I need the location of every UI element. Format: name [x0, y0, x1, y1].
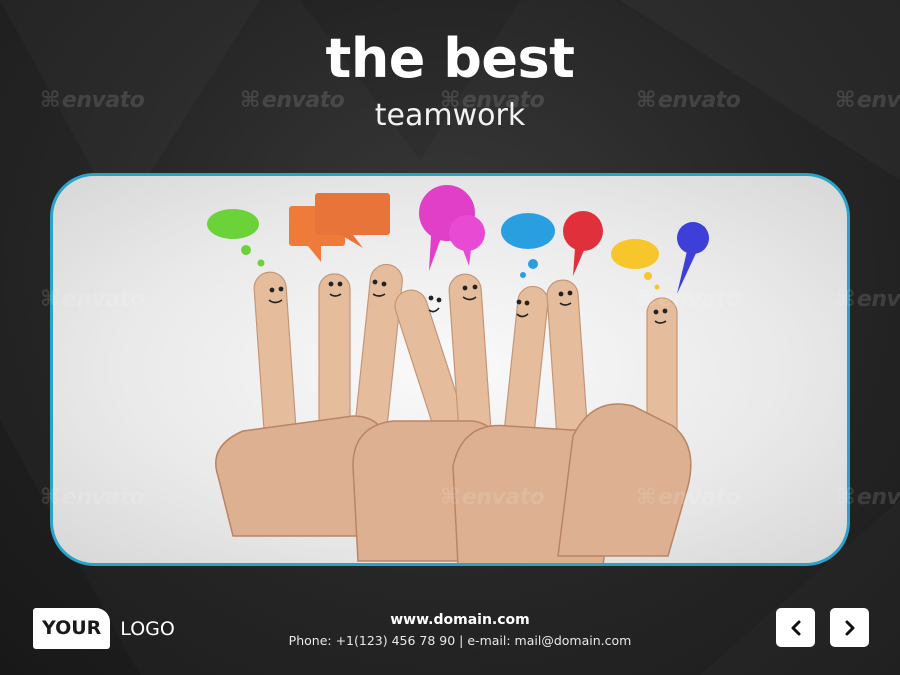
chevron-left-icon [791, 620, 800, 635]
chevron-right-icon [845, 620, 854, 635]
logo-box: YOUR [33, 608, 111, 649]
slide-subtitle: teamwork [374, 98, 526, 133]
website-url[interactable]: www.domain.com [250, 611, 670, 629]
logo-text: LOGO [120, 617, 175, 640]
hands [215, 403, 692, 563]
next-slide-button[interactable] [830, 608, 869, 647]
contact-info: www.domain.com Phone: +1(123) 456 78 90 … [250, 611, 670, 651]
photo-frame [50, 173, 850, 566]
smiley-fingers-photo [207, 185, 709, 563]
slide-title: the best [325, 27, 575, 90]
previous-slide-button[interactable] [776, 608, 815, 647]
contact-line: Phone: +1(123) 456 78 90 | e-mail: mail@… [288, 633, 632, 648]
company-logo[interactable]: YOUR LOGO [33, 608, 175, 649]
